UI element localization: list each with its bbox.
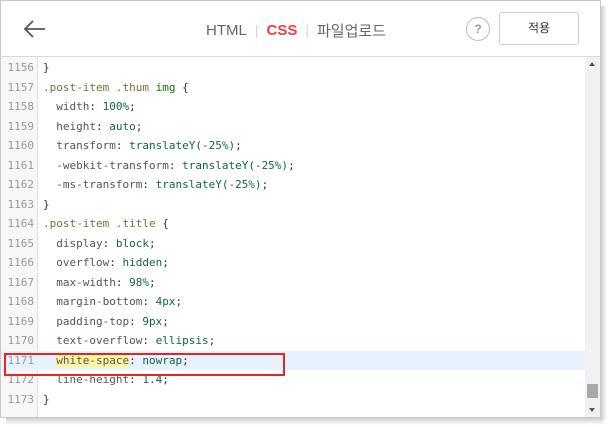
code-line[interactable]: 1163} [1, 195, 585, 215]
tab-css[interactable]: CSS [266, 22, 297, 39]
code-text: .post-item .title { [43, 217, 169, 230]
code-text: overflow: hidden; [56, 256, 169, 269]
help-icon[interactable]: ? [466, 17, 490, 41]
tab-file-upload[interactable]: 파일업로드 [317, 20, 386, 41]
tab-html[interactable]: HTML [206, 22, 247, 39]
code-text: } [43, 197, 50, 211]
code-line[interactable]: 1160 transform: translateY(-25%); [1, 136, 585, 156]
code-line[interactable]: 1165 display: block; [1, 234, 585, 254]
line-number: 1156 [7, 61, 35, 74]
code-text: line-height: 1.4; [56, 373, 169, 386]
code-text: -ms-transform: translateY(-25%); [56, 178, 269, 191]
line-number: 1160 [7, 139, 35, 152]
window-shadow-bottom [6, 418, 603, 425]
code-text: margin-bottom: 4px; [56, 295, 183, 308]
code-line[interactable]: 1156} [1, 58, 585, 78]
line-number: 1172 [7, 373, 35, 386]
apply-button[interactable]: 적용 [499, 12, 579, 45]
arrow-left-icon [23, 20, 45, 38]
code-text: -webkit-transform: translateY(-25%); [56, 158, 295, 172]
tab-separator: | [254, 22, 259, 38]
code-line[interactable]: 1161 -webkit-transform: translateY(-25%)… [1, 156, 585, 176]
window-shadow-right [601, 6, 607, 420]
line-number: 1171 [7, 353, 35, 367]
editor-header: HTML | CSS | 파일업로드 ? 적용 [1, 1, 600, 56]
code-text: display: block; [56, 236, 156, 250]
code-line[interactable]: 1166 overflow: hidden; [1, 253, 585, 273]
code-line[interactable]: 1157 .post-item .thum img { [1, 78, 585, 98]
scroll-up-button[interactable] [585, 57, 600, 72]
code-text: white-space: nowrap; [56, 353, 189, 367]
line-number: 1157 [7, 80, 35, 94]
code-line[interactable]: 1169 padding-top: 9px; [1, 312, 585, 332]
line-number: 1169 [7, 314, 35, 328]
line-number: 1164 [7, 217, 35, 230]
code-text: height: auto; [56, 119, 143, 133]
css-editor-window: HTML | CSS | 파일업로드 ? 적용 1156} 1157 .post-i… [0, 0, 601, 418]
editor-tabs: HTML | CSS | 파일업로드 [206, 19, 386, 41]
code-text: text-overflow: ellipsis; [56, 334, 216, 347]
line-number: 1165 [7, 236, 35, 250]
line-number: 1173 [7, 392, 35, 406]
code-line[interactable]: 1162 -ms-transform: translateY(-25%); [1, 175, 585, 195]
code-line[interactable]: 1170 text-overflow: ellipsis; [1, 331, 585, 351]
code-text: width: 100%; [56, 100, 136, 113]
code-line[interactable]: 1159 height: auto; [1, 117, 585, 137]
line-number: 1158 [7, 100, 35, 113]
line-number: 1170 [7, 334, 35, 347]
tab-separator: | [305, 22, 309, 38]
line-number: 1159 [7, 119, 35, 133]
back-button[interactable] [19, 13, 51, 45]
code-text: } [43, 392, 50, 406]
line-number: 1167 [7, 275, 35, 289]
code-line[interactable]: 1172 line-height: 1.4; [1, 370, 585, 390]
line-number: 1161 [7, 158, 35, 172]
code-line[interactable]: 1158 width: 100%; [1, 97, 585, 117]
code-line[interactable]: 1171 white-space: nowrap; [1, 350, 585, 370]
code-line[interactable]: 1167 max-width: 98%; [1, 273, 585, 293]
line-number: 1163 [7, 197, 35, 211]
code-text: .post-item .thum img { [43, 80, 189, 94]
code-editor[interactable]: 1156} 1157 .post-item .thum img { 1158 widt… [1, 56, 600, 417]
code-line[interactable]: 1173} [1, 390, 585, 410]
code-text: padding-top: 9px; [56, 314, 169, 328]
vertical-scrollbar[interactable] [585, 57, 600, 417]
code-text: max-width: 98%; [56, 275, 156, 289]
code-text: transform: translateY(-25%); [56, 139, 242, 152]
code-line[interactable]: 1168 margin-bottom: 4px; [1, 292, 585, 312]
scrollbar-thumb[interactable] [587, 384, 598, 398]
line-number: 1162 [7, 178, 35, 191]
code-line[interactable]: 1164 .post-item .title { [1, 214, 585, 234]
chevron-down-icon [589, 408, 595, 412]
line-number: 1166 [7, 256, 35, 269]
code-text: } [43, 61, 50, 74]
chevron-up-icon [589, 62, 595, 66]
line-number: 1168 [7, 295, 35, 308]
scroll-down-button[interactable] [585, 403, 600, 417]
